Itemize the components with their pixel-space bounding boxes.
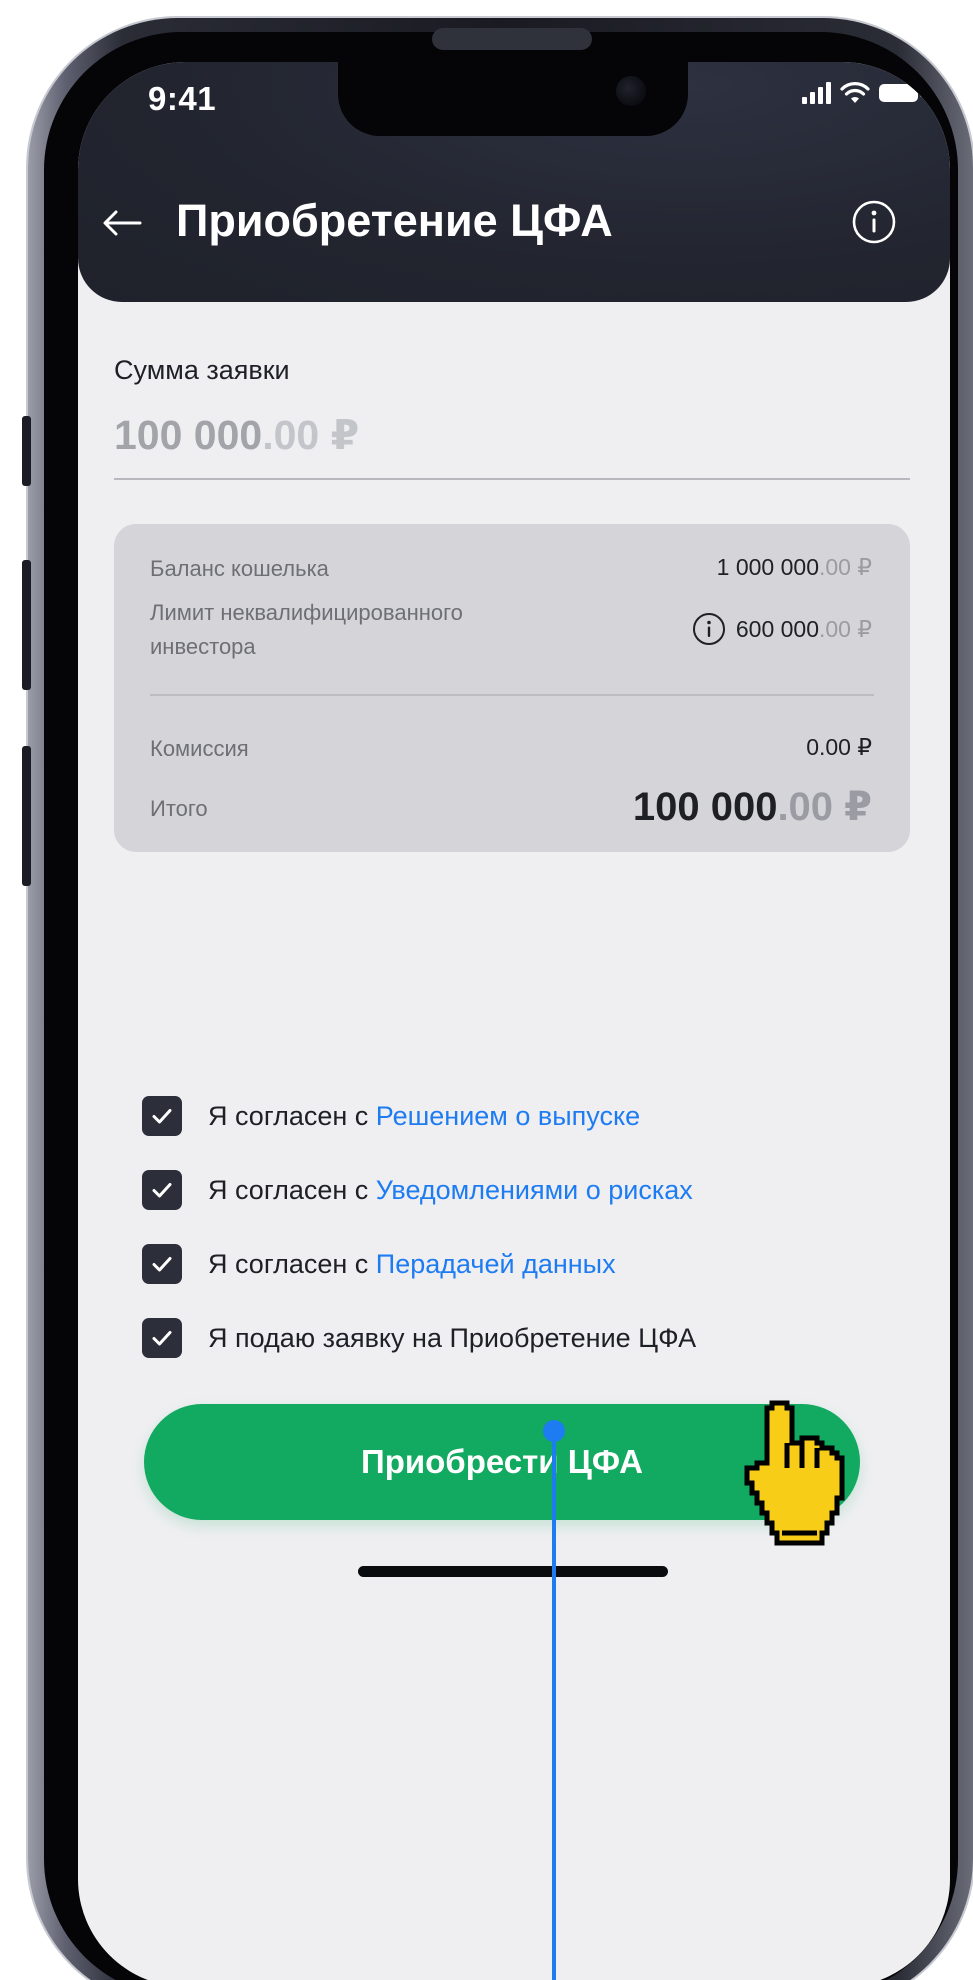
agreement-checkbox[interactable] [142,1170,182,1210]
agreement-checkbox[interactable] [142,1318,182,1358]
signal-icon [802,82,832,109]
agreement-row-application: Я подаю заявку на Приобретение ЦФА [142,1318,696,1358]
agreement-prefix: Я согласен с [208,1100,376,1131]
arrow-left-icon [102,208,142,243]
info-icon[interactable] [692,612,726,646]
amount-input[interactable]: 100 000 .00 ₽ [114,392,910,480]
agreement-prefix: Я согласен с [208,1174,376,1205]
wallet-balance-label: Баланс кошелька [150,556,329,581]
agreement-text: Я согласен с Решением о выпуске [208,1101,640,1132]
wifi-icon [840,82,870,109]
decision-link[interactable]: Решением о выпуске [376,1101,640,1131]
volume-up-button [22,560,31,690]
annotation-dot [543,1420,565,1442]
agreement-row-data-transfer: Я согласен с Перадачей данных [142,1244,616,1284]
front-camera [616,76,646,106]
total-integer: 100 000 [632,785,778,829]
home-indicator [358,1566,668,1577]
phone-speaker [432,28,592,50]
total-fraction: .00 ₽ [777,785,872,829]
volume-down-button [22,746,31,886]
investor-limit-label-line1: Лимит неквалифицированного [150,600,463,625]
annotation-line [552,1428,556,1980]
summary-card: Баланс кошелька 1 000 000.00 ₽ Лимит нек… [114,524,910,852]
agreement-text: Я согласен с Перадачей данных [208,1249,616,1280]
agreement-prefix: Я согласен с [208,1248,376,1279]
info-icon [851,199,897,250]
amount-integer: 100 000 [114,411,263,458]
card-divider [150,694,874,696]
checkmark-icon [152,1109,172,1124]
wallet-balance-value: 1 000 000.00 ₽ [717,554,872,581]
stage: 9:41 Приобретение ЦФА Сумма заявки 100 0… [0,0,973,1980]
commission-value: 0.00 ₽ [806,734,872,760]
amount-fraction: .00 ₽ [262,412,360,458]
agreement-row-decision: Я согласен с Решением о выпуске [142,1096,640,1136]
risks-link[interactable]: Уведомлениями о рисках [376,1175,693,1205]
page-title: Приобретение ЦФА [176,195,613,246]
data-transfer-link[interactable]: Перадачей данных [376,1249,616,1279]
status-icons [802,82,924,109]
battery-icon [878,82,924,109]
total-value: 100 000.00 ₽ [633,784,872,830]
agreement-text: Я подаю заявку на Приобретение ЦФА [208,1322,697,1353]
phone-notch [338,62,688,136]
investor-limit-integer: 600 000 [735,615,819,642]
status-time: 9:41 [148,80,217,117]
agreement-checkbox[interactable] [142,1096,182,1136]
investor-limit-label: Лимит неквалифицированного инвестора [150,596,463,664]
checkmark-icon [152,1331,172,1346]
total-label: Итого [150,796,208,821]
phone-screen: 9:41 Приобретение ЦФА Сумма заявки 100 0… [78,62,950,1980]
amount-label: Сумма заявки [114,355,290,385]
agreement-row-risks: Я согласен с Уведомлениями о рисках [142,1170,693,1210]
investor-limit-label-line2: инвестора [150,634,256,659]
checkmark-icon [152,1183,172,1198]
mute-switch [22,416,31,486]
hand-cursor-icon [744,1400,845,1546]
investor-limit-fraction: .00 ₽ [819,615,872,642]
back-button[interactable] [94,197,150,253]
info-button[interactable] [848,198,900,250]
checkmark-icon [152,1257,172,1272]
commission-label: Комиссия [150,736,249,761]
agreement-text: Я согласен с Уведомлениями о рисках [208,1175,693,1206]
investor-limit-value: 600 000.00 ₽ [692,612,872,646]
wallet-balance-integer: 1 000 000 [716,554,819,580]
agreement-checkbox[interactable] [142,1244,182,1284]
wallet-balance-fraction: .00 ₽ [819,554,872,580]
